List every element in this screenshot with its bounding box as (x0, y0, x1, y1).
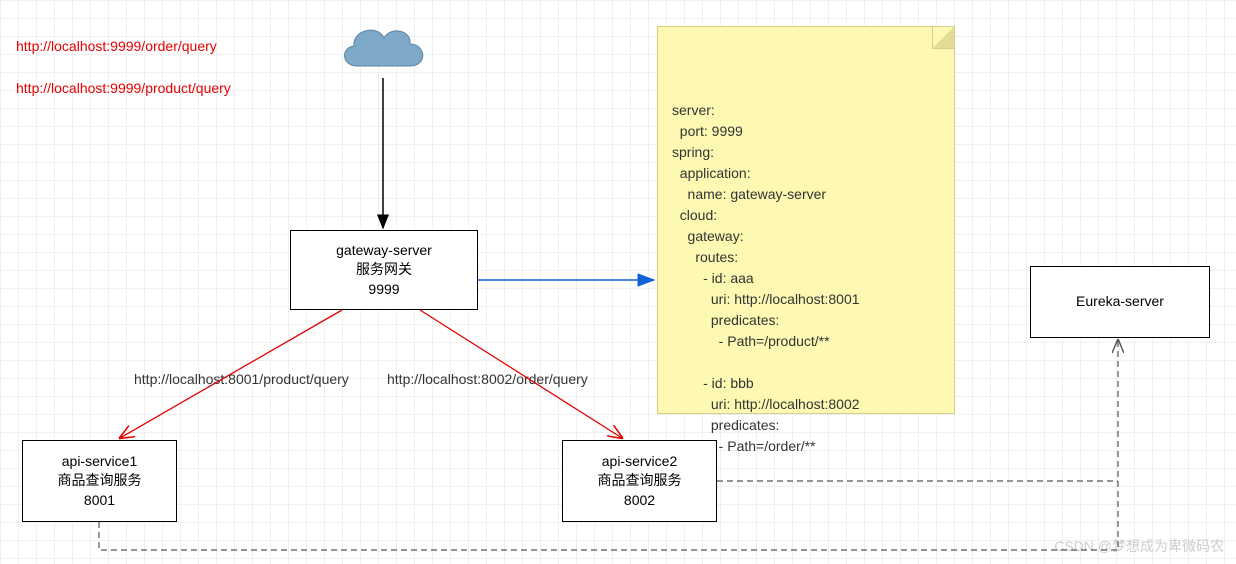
api1-title: api-service1 (62, 452, 137, 472)
config-note-text: server: port: 9999 spring: application: … (672, 100, 940, 457)
edge-label-left: http://localhost:8001/product/query (134, 371, 349, 387)
gateway-box: gateway-server 服务网关 9999 (290, 230, 478, 310)
api1-sub: 商品查询服务 (58, 471, 142, 491)
api1-box: api-service1 商品查询服务 8001 (22, 440, 177, 522)
api1-port: 8001 (84, 491, 115, 511)
eureka-box: Eureka-server (1030, 266, 1210, 338)
api2-sub: 商品查询服务 (598, 471, 682, 491)
cloud-icon (332, 16, 432, 85)
watermark: CSDN @梦想成为卑微码农 (1054, 536, 1224, 556)
gateway-title: gateway-server (336, 241, 432, 261)
example-url-order: http://localhost:9999/order/query (16, 38, 217, 54)
api2-title: api-service2 (602, 452, 677, 472)
note-fold-icon (932, 27, 954, 49)
edge-label-right: http://localhost:8002/order/query (387, 371, 588, 387)
config-note: server: port: 9999 spring: application: … (657, 26, 955, 414)
example-url-product: http://localhost:9999/product/query (16, 80, 231, 96)
api2-port: 8002 (624, 491, 655, 511)
eureka-title: Eureka-server (1076, 292, 1164, 312)
gateway-sub: 服务网关 (356, 260, 412, 280)
gateway-port: 9999 (368, 280, 399, 300)
